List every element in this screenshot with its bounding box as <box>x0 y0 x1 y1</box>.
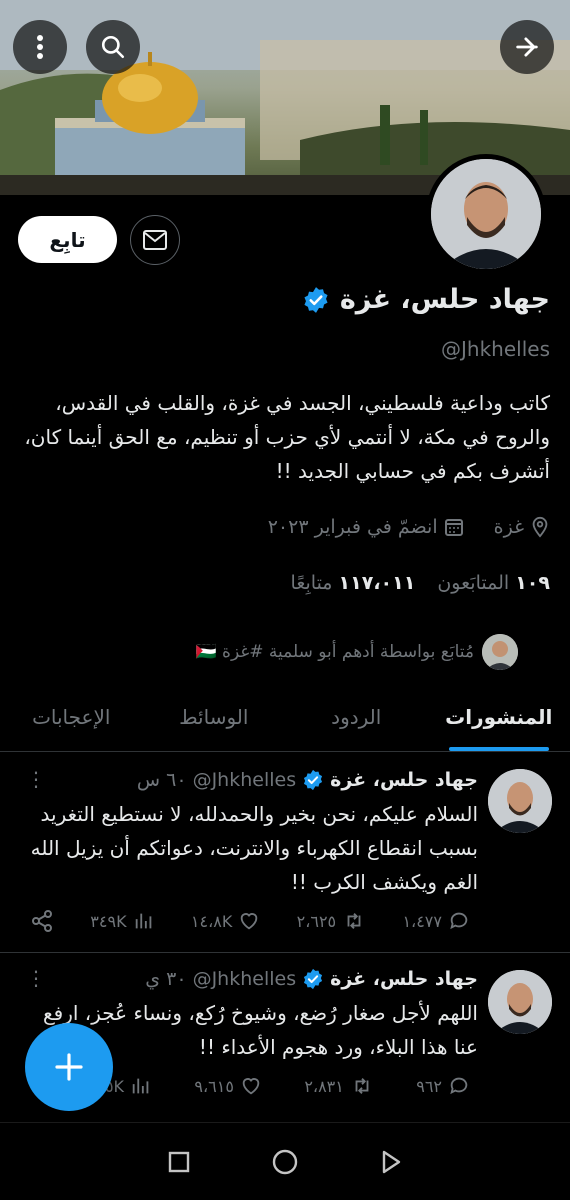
followers-stat[interactable]: ١٠٩ المتابَعون <box>437 572 550 594</box>
compose-post-button[interactable] <box>25 1023 113 1111</box>
tweet-header: جهاد حلس، غزة @Jhkhelles ٣٠ ي <box>145 968 478 990</box>
reply-count: ٩٦٢ <box>416 1076 442 1096</box>
profile-location: غزة <box>493 516 524 538</box>
tweet-more-icon[interactable]: ⋮ <box>26 966 46 990</box>
view-count: ٣٤٩K <box>90 911 127 931</box>
more-options-button[interactable] <box>13 20 67 74</box>
profile-joined: انضمّ في فبراير ٢٠٢٣ <box>267 516 438 538</box>
tweet[interactable]: جهاد حلس، غزة @Jhkhelles ٦٠ س ⋮ السلام ع… <box>0 753 570 953</box>
follower-avatar <box>482 634 518 670</box>
profile-tabs: المنشورات الردود الوسائط الإعجابات <box>0 682 570 752</box>
tweet-handle: @Jhkhelles <box>192 968 297 990</box>
retweet-icon <box>347 913 361 929</box>
tweet-author-name[interactable]: جهاد حلس، غزة <box>330 968 478 990</box>
reply-button[interactable]: ٩٦٢ <box>416 1074 470 1098</box>
views-chart-icon <box>135 913 151 929</box>
share-icon <box>32 910 52 932</box>
tweet-text: السلام عليكم، نحن بخير والحمدلله، لا نست… <box>30 802 478 894</box>
follow-button[interactable]: تابِع <box>18 216 117 263</box>
heart-icon <box>241 913 258 930</box>
reply-count: ١،٤٧٧ <box>402 911 442 931</box>
reply-icon <box>450 1077 468 1095</box>
tweet-time: ٦٠ س <box>136 769 187 791</box>
like-count: ٩،٦١٥ <box>194 1076 234 1096</box>
profile-stats: ١٠٩ المتابَعون ١١٧،٠١١ متابِعًا <box>291 572 550 594</box>
search-icon <box>101 35 125 59</box>
calendar-icon <box>444 519 463 536</box>
retweet-count: ٢،٨٣١ <box>304 1076 344 1096</box>
tab-media[interactable]: الوسائط <box>143 682 286 751</box>
system-navigation-bar <box>0 1122 570 1200</box>
like-button[interactable]: ١٤،٨K <box>191 909 260 933</box>
following-count: ١١٧،٠١١ <box>338 572 416 594</box>
verified-badge-icon[interactable] <box>302 286 330 314</box>
like-count: ١٤،٨K <box>190 911 233 931</box>
recent-apps-icon[interactable] <box>167 1150 191 1174</box>
like-button[interactable]: ٩،٦١٥ <box>194 1074 262 1098</box>
tab-replies[interactable]: الردود <box>285 682 428 751</box>
plus-icon <box>55 1053 83 1081</box>
tweet-avatar[interactable] <box>488 970 552 1034</box>
reply-button[interactable]: ١،٤٧٧ <box>402 909 470 933</box>
profile-name: جهاد حلس، غزة <box>339 284 550 315</box>
tweet-header: جهاد حلس، غزة @Jhkhelles ٦٠ س <box>137 769 478 791</box>
more-vertical-icon <box>37 35 43 59</box>
retweet-icon <box>355 1078 369 1094</box>
retweet-button[interactable]: ٢،٦٢٥ <box>297 909 367 933</box>
retweet-button[interactable]: ٢،٨٣١ <box>304 1074 374 1098</box>
profile-meta: غزة انضمّ في فبراير ٢٠٢٣ <box>268 516 550 538</box>
back-triangle-icon[interactable] <box>379 1149 403 1175</box>
back-button[interactable] <box>500 20 554 74</box>
profile-bio: كاتب وداعية فلسطيني، الجسد في غزة، والقل… <box>24 391 550 483</box>
verified-badge-icon <box>304 769 323 791</box>
tweet-more-icon[interactable]: ⋮ <box>26 767 46 791</box>
retweet-count: ٢،٦٢٥ <box>296 911 337 931</box>
share-button[interactable] <box>30 909 54 933</box>
tab-posts[interactable]: المنشورات <box>428 682 570 751</box>
tweet-author-name[interactable]: جهاد حلس، غزة <box>330 769 478 791</box>
views-button[interactable]: ٣٤٩K <box>90 909 154 933</box>
reply-icon <box>450 912 468 930</box>
tweet-handle: @Jhkhelles <box>192 769 297 791</box>
tab-likes[interactable]: الإعجابات <box>0 682 143 751</box>
verified-badge-icon <box>304 968 323 990</box>
views-chart-icon <box>132 1078 149 1094</box>
location-pin-icon <box>532 516 548 538</box>
followed-by-row[interactable]: مُتابَع بواسطة أدهم أبو سلمية #غزة 🇵🇸 <box>195 634 518 670</box>
message-button[interactable] <box>130 215 180 265</box>
profile-handle: @Jhkhelles <box>441 337 550 361</box>
tweet-avatar[interactable] <box>488 769 552 833</box>
heart-icon <box>242 1078 260 1095</box>
tweet-time: ٣٠ ي <box>145 968 187 990</box>
search-button[interactable] <box>86 20 140 74</box>
profile-name-row: جهاد حلس، غزة <box>302 284 550 315</box>
followers-count: ١٠٩ <box>515 572 550 594</box>
envelope-icon <box>143 230 167 250</box>
followers-label: المتابَعون <box>437 572 510 594</box>
avatar-photo <box>431 159 541 269</box>
arrow-right-icon <box>516 37 538 57</box>
following-label: متابِعًا <box>290 572 333 594</box>
profile-avatar[interactable] <box>426 154 546 274</box>
followed-by-text: مُتابَع بواسطة أدهم أبو سلمية #غزة 🇵🇸 <box>195 642 474 662</box>
tweet-actions: ١،٤٧٧ ٢،٦٢٥ ١٤،٨K ٣٤٩K <box>30 909 470 933</box>
following-stat[interactable]: ١١٧،٠١١ متابِعًا <box>291 572 416 594</box>
home-icon[interactable] <box>271 1148 299 1176</box>
